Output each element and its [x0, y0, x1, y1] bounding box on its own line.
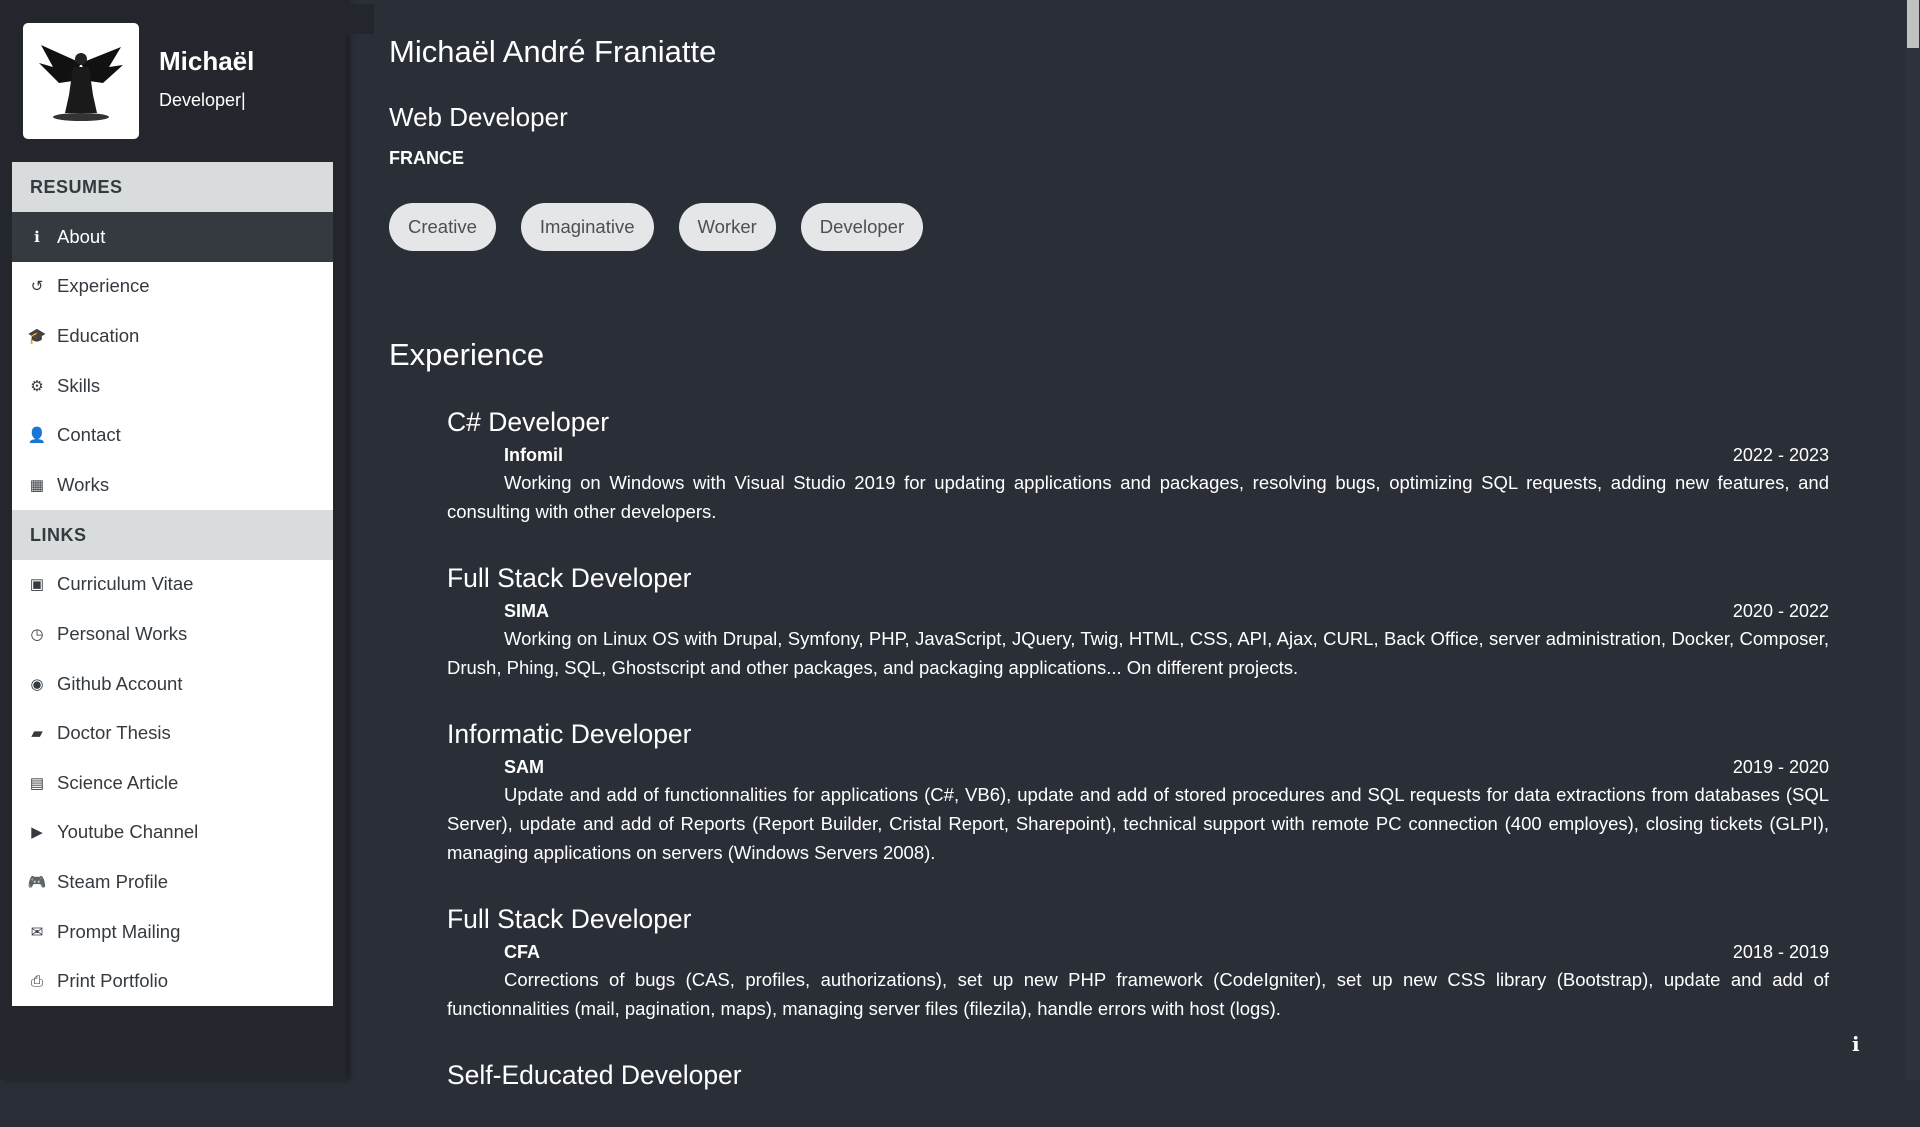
subtitle: Web Developer [389, 102, 568, 132]
graduation-cap-icon: 🎓 [27, 327, 47, 345]
menu-item-label: Github Account [57, 672, 183, 694]
job-company: CFA [504, 942, 540, 962]
user-icon: 👤 [27, 427, 47, 445]
menu-item-youtube-channel[interactable]: ▶ Youtube Channel [12, 808, 333, 858]
experience-item: Informatic Developer SAM 2019 - 2020 Update… [447, 714, 1829, 867]
menu-item-label: Works [57, 473, 110, 495]
job-company: SAM [504, 757, 544, 777]
job-title: Self-Educated Developer [447, 1060, 742, 1090]
history-icon: ↺ [30, 278, 44, 296]
experience-heading: Experience [389, 337, 545, 372]
profile-name: Michaël [159, 46, 255, 76]
menu-item-science-article[interactable]: ▤ Science Article [12, 758, 333, 808]
github-icon: ◉ [30, 675, 44, 693]
avatar [23, 23, 139, 139]
clock-icon: ◷ [30, 625, 44, 643]
menu-item-label: Education [57, 324, 140, 346]
experience-item: Full Stack Developer SIMA 2020 - 2022 Worki… [447, 558, 1829, 682]
sidebar: Michaël Developer| RESUMES ℹ About ↺ Experi… [0, 0, 346, 1080]
scrollbar[interactable] [1906, 0, 1920, 1080]
menu-item-label: Science Article [57, 771, 179, 793]
menu-item-about[interactable]: ℹ About [12, 212, 333, 262]
gamepad-icon: 🎮 [27, 873, 47, 891]
job-dates: 2022 - 2023 [1732, 445, 1829, 465]
job-dates: 2018 - 2019 [1732, 942, 1829, 962]
sidebar-toggle-button[interactable] [346, 4, 374, 34]
menu-section-links: LINKS [12, 509, 333, 560]
tag-worker[interactable]: Worker [678, 203, 776, 251]
cubes-icon: ▦ [29, 476, 45, 494]
job-company: SIMA [504, 601, 549, 621]
menu-item-label: Prompt Mailing [57, 920, 181, 942]
newspaper-icon: ▤ [29, 774, 45, 792]
profile-role: Developer| [159, 90, 246, 110]
menu-item-education[interactable]: 🎓 Education [12, 311, 333, 361]
job-meta: SAM 2019 - 2020 [447, 754, 1829, 780]
menu-item-skills[interactable]: ⚙ Skills [12, 361, 333, 411]
menu-item-label: Experience [57, 275, 150, 297]
menu-item-print-portfolio[interactable]: ⎙ Print Portfolio [12, 956, 333, 1006]
job-title: Full Stack Developer [447, 904, 692, 934]
experience-list: C# Developer Infomil 2022 - 2023 Working on… [447, 402, 1829, 1127]
book-icon: ▰ [31, 725, 43, 743]
job-title: C# Developer [447, 407, 610, 437]
youtube-icon: ▶ [31, 824, 43, 842]
job-description: Working on Windows with Visual Studio 20… [447, 472, 1829, 522]
menu-item-github-account[interactable]: ◉ Github Account [12, 659, 333, 709]
country: FRANCE [389, 148, 464, 168]
job-meta: Infomil 2022 - 2023 [447, 442, 1829, 468]
menu-item-label: Contact [57, 424, 121, 446]
scrollbar-thumb[interactable] [1907, 0, 1919, 48]
menu-item-doctor-thesis[interactable]: ▰ Doctor Thesis [12, 708, 333, 758]
cogs-icon: ⚙ [30, 377, 44, 395]
job-meta: SIMA 2020 - 2022 [447, 598, 1829, 624]
menu-item-steam-profile[interactable]: 🎮 Steam Profile [12, 857, 333, 907]
tag-imaginative[interactable]: Imaginative [520, 203, 654, 251]
menu-item-label: Steam Profile [57, 870, 169, 892]
menu-item-works[interactable]: ▦ Works [12, 460, 333, 510]
print-icon: ⎙ [30, 972, 43, 990]
menu-item-label: Doctor Thesis [57, 722, 171, 744]
job-description: Update and add of functionnalities for a… [447, 784, 1829, 863]
job-description: Corrections of bugs (CAS, profiles, auth… [447, 969, 1829, 1019]
camera-icon: ▣ [29, 576, 45, 594]
menu-item-label: Print Portfolio [57, 970, 169, 992]
experience-item: Self-Educated Developer [447, 1055, 1829, 1095]
menu-item-experience[interactable]: ↺ Experience [12, 262, 333, 312]
job-dates: 2019 - 2020 [1732, 757, 1829, 777]
winged-figure-logo [39, 45, 123, 121]
menu-item-label: Curriculum Vitae [57, 573, 194, 595]
info-icon[interactable]: i [1852, 1032, 1860, 1056]
menu-item-label: Youtube Channel [57, 821, 199, 843]
menu-item-contact[interactable]: 👤 Contact [12, 410, 333, 460]
job-title: Full Stack Developer [447, 563, 692, 593]
menu-item-label: Personal Works [57, 622, 188, 644]
envelope-icon: ✉ [30, 923, 44, 941]
tag-developer[interactable]: Developer [800, 203, 924, 251]
menu-item-prompt-mailing[interactable]: ✉ Prompt Mailing [12, 907, 333, 957]
navigation-menu: RESUMES ℹ About ↺ Experience 🎓 Education ⚙ Skil… [12, 162, 333, 1006]
menu-item-curriculum-vitae[interactable]: ▣ Curriculum Vitae [12, 560, 333, 610]
job-description: Working on Linux OS with Drupal, Symfony… [447, 628, 1829, 678]
experience-item: C# Developer Infomil 2022 - 2023 Working on… [447, 402, 1829, 526]
tag-creative[interactable]: Creative [389, 203, 496, 251]
menu-section-resumes: RESUMES [12, 162, 333, 212]
tag-list: Creative Imaginative Worker Developer [389, 203, 924, 251]
menu-item-label: About [57, 225, 106, 247]
menu-item-personal-works[interactable]: ◷ Personal Works [12, 609, 333, 659]
job-company: Infomil [504, 445, 563, 465]
info-icon: ℹ [34, 228, 40, 246]
menu-item-label: Skills [57, 374, 101, 396]
job-meta: CFA 2018 - 2019 [447, 939, 1829, 965]
experience-item: Full Stack Developer CFA 2018 - 2019 Correc… [447, 899, 1829, 1023]
job-title: Informatic Developer [447, 719, 692, 749]
job-dates: 2020 - 2022 [1732, 601, 1829, 621]
page-title: Michaël André Franiatte [389, 34, 717, 69]
